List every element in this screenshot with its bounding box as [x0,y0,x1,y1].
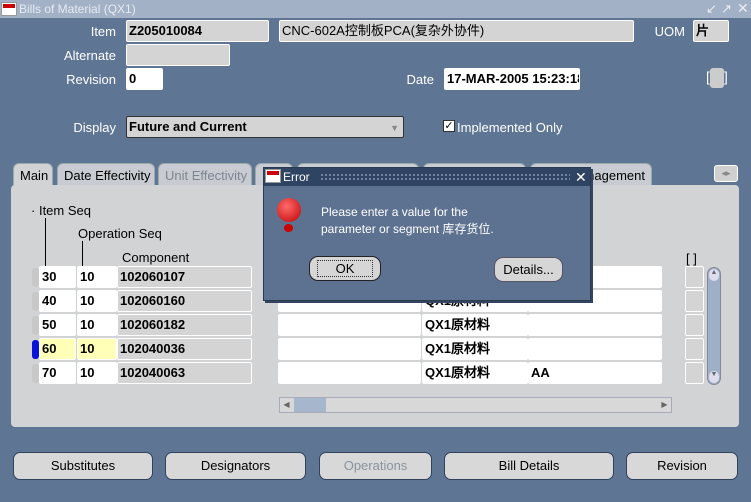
uom-label: UOM [654,24,685,39]
oracle-logo-icon [265,169,281,183]
subinventory-cell[interactable]: QX1原材料 [422,314,528,336]
header-leader [45,218,46,266]
revision-button[interactable]: Revision [626,452,738,480]
scroll-left-icon[interactable]: ◀ [280,398,293,412]
item-field[interactable]: Z205010084 [126,20,269,42]
component-cell[interactable]: 102060182 [117,314,252,336]
item-seq-cell[interactable]: 30 [39,266,76,288]
maximize-icon[interactable]: ↗ [721,1,732,17]
dialog-title: Error [283,170,310,184]
flexfield-cell[interactable] [685,338,704,360]
descriptive-flexfield[interactable]: [] [706,68,728,88]
component-cell[interactable]: 102060107 [117,266,252,288]
title-grip [320,173,570,181]
alternate-label: Alternate [63,48,116,63]
error-message-line1: Please enter a value for the [321,205,468,219]
tab-scroll-button[interactable]: ◂▸ [714,165,738,182]
ok-button[interactable]: OK [309,256,381,281]
operation-seq-cell[interactable]: 10 [77,290,117,312]
row-cell[interactable] [278,314,421,336]
component-cell[interactable]: 102040036 [117,338,252,360]
scroll-down-icon[interactable]: ▼ [709,371,719,383]
implemented-only-label: Implemented Only [457,120,563,135]
flexfield-header: [ ] [686,251,697,266]
row-indicator[interactable] [32,364,39,383]
row-cell[interactable] [278,362,421,384]
row-cell[interactable] [278,338,421,360]
component-cell[interactable]: 102060160 [117,290,252,312]
designators-button[interactable]: Designators [165,452,306,480]
bell-clapper [284,224,293,232]
alternate-field[interactable] [126,44,230,66]
row-indicator[interactable] [32,340,39,359]
operation-seq-header: Operation Seq [78,226,162,241]
component-cell[interactable]: 102040063 [117,362,252,384]
tab-main[interactable]: Main [13,163,53,186]
uom-field[interactable]: 片 [693,20,729,42]
locator-cell[interactable] [528,314,662,336]
flexfield-cell[interactable] [685,314,704,336]
revision-field[interactable]: 0 [126,68,163,90]
error-message-line2: parameter or segment 库存货位. [321,222,494,236]
item-label: Item [90,24,116,39]
minimize-icon[interactable]: ↙ [706,1,717,17]
operation-seq-cell[interactable]: 10 [77,266,117,288]
component-header: Component [122,250,190,265]
operation-seq-cell[interactable]: 10 [77,314,117,336]
alarm-bell-icon [277,198,301,222]
header-leader [82,241,83,266]
close-icon[interactable]: ✕ [737,0,749,17]
dialog-close-icon[interactable]: ✕ [575,169,587,186]
flexfield-cell[interactable] [685,362,704,384]
locator-cell[interactable] [528,338,662,360]
details-button[interactable]: Details... [494,257,563,282]
title-bar: Bills of Material (QX1) ↙ ↗ ✕ [0,0,751,18]
vertical-scrollbar[interactable]: ▲ ▼ [707,267,721,385]
operations-button[interactable]: Operations [319,452,432,480]
item-seq-cell[interactable]: 60 [39,338,76,360]
bill-details-button[interactable]: Bill Details [444,452,614,480]
item-seq-header: · Item Seq [31,203,91,218]
scroll-right-icon[interactable]: ▶ [658,398,671,412]
window-title: Bills of Material (QX1) [19,2,136,16]
tab-date-effectivity[interactable]: Date Effectivity [57,163,155,186]
row-indicator[interactable] [32,268,39,287]
item-description-field[interactable]: CNC-602A控制板PCA(复杂外协件) [279,20,634,42]
tab-unit-effectivity[interactable]: Unit Effectivity [158,163,252,186]
flexfield-cell[interactable] [685,290,704,312]
row-indicator[interactable] [32,316,39,335]
display-value: Future and Current [129,119,247,134]
operation-seq-cell[interactable]: 10 [77,338,117,360]
chevron-down-icon: ▼ [390,123,399,133]
locator-cell[interactable]: AA [528,362,662,384]
item-seq-cell[interactable]: 40 [39,290,76,312]
substitutes-button[interactable]: Substitutes [13,452,153,480]
subinventory-cell[interactable]: QX1原材料 [422,362,528,384]
item-seq-cell[interactable]: 70 [39,362,76,384]
flexfield-cell[interactable] [685,266,704,288]
revision-label: Revision [66,72,116,87]
row-indicator[interactable] [32,292,39,311]
scroll-thumb[interactable] [294,398,326,412]
display-select[interactable]: Future and Current ▼ [126,116,404,138]
dialog-title-bar: Error ✕ [264,168,590,186]
oracle-logo-icon [1,2,17,16]
operation-seq-cell[interactable]: 10 [77,362,117,384]
display-label: Display [73,120,116,135]
date-label: Date [406,72,434,87]
date-field[interactable]: 17-MAR-2005 15:23:18 [444,68,580,90]
ok-label: OK [316,260,374,277]
horizontal-scrollbar[interactable]: ◀ ▶ [279,397,672,413]
subinventory-cell[interactable]: QX1原材料 [422,338,528,360]
scroll-up-icon[interactable]: ▲ [709,269,719,281]
item-seq-cell[interactable]: 50 [39,314,76,336]
implemented-only-checkbox[interactable]: ✓ [443,120,455,132]
error-dialog: Error ✕ Please enter a value for the par… [263,167,591,301]
